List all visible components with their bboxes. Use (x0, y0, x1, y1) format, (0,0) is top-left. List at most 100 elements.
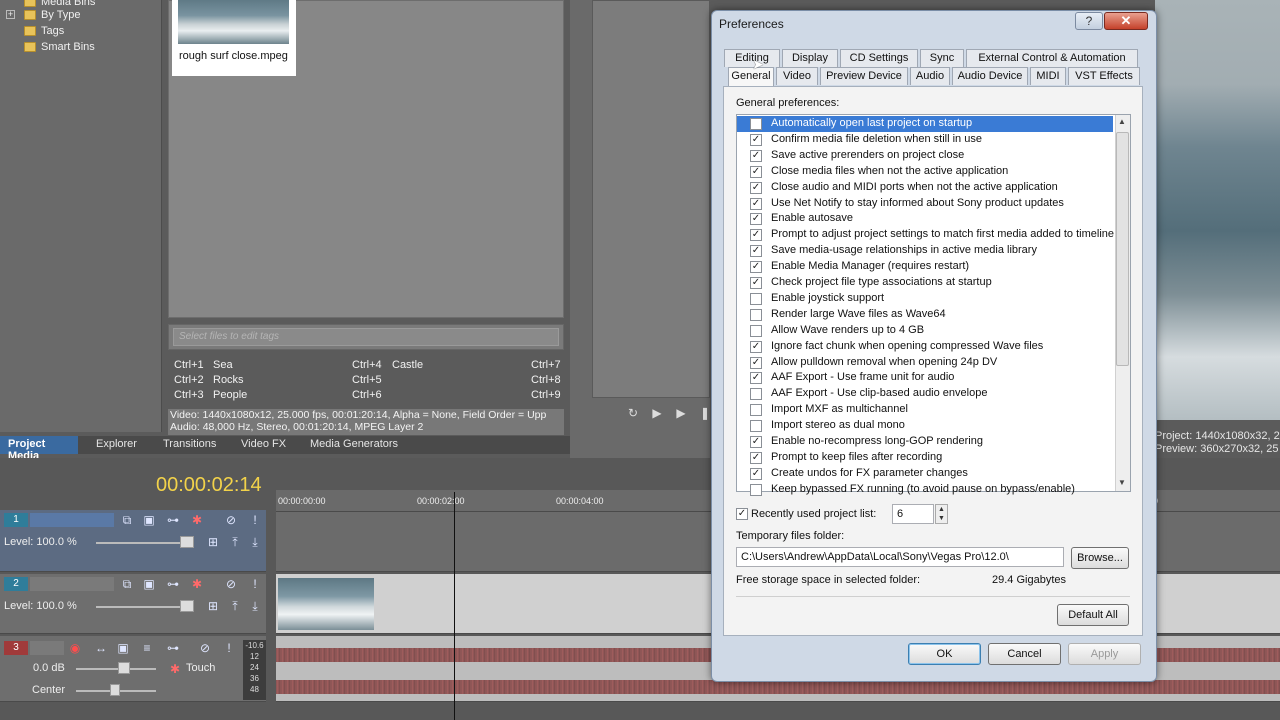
trimmer-view[interactable] (592, 0, 710, 398)
child-icon[interactable]: ⤓ (248, 535, 262, 549)
scroll-down-icon[interactable]: ▼ (1118, 478, 1126, 487)
solo-icon[interactable]: ! (248, 577, 262, 591)
preference-checkbox[interactable]: ✓ (750, 341, 762, 353)
tag-label[interactable]: Sea (213, 359, 233, 371)
preference-checkbox[interactable]: ✓ (750, 229, 762, 241)
tab-audio-device[interactable]: Audio Device (952, 67, 1028, 85)
input-bus-icon[interactable]: ↔ (94, 641, 108, 655)
motion-icon[interactable]: ⧉ (120, 513, 134, 527)
composite-mode-icon[interactable]: ⊞ (206, 535, 220, 549)
preference-checkbox[interactable]: ✓ (750, 245, 762, 257)
temp-folder-path[interactable]: C:\Users\Andrew\AppData\Local\Sony\Vegas… (736, 547, 1064, 567)
automation-settings-icon[interactable]: ✱ (168, 662, 182, 676)
preference-checkbox[interactable]: ✓ (750, 452, 762, 464)
preference-checkbox[interactable] (750, 293, 762, 305)
track-name-field[interactable] (30, 577, 114, 591)
level-slider-knob[interactable] (180, 600, 194, 612)
parent-icon[interactable]: ⤒ (228, 599, 242, 613)
mute-icon[interactable]: ⊘ (224, 577, 238, 591)
tab-video-fx[interactable]: Video FX (233, 436, 294, 454)
cancel-button[interactable]: Cancel (988, 643, 1061, 665)
preference-checkbox[interactable] (750, 484, 762, 496)
playhead-cursor[interactable] (454, 492, 455, 720)
tag-label[interactable]: Rocks (213, 374, 244, 386)
compositing-icon[interactable]: ⊶ (166, 513, 180, 527)
preference-checkbox[interactable] (750, 325, 762, 337)
tab-transitions[interactable]: Transitions (155, 436, 224, 454)
preference-checkbox[interactable]: ✓ (750, 182, 762, 194)
browse-button[interactable]: Browse... (1071, 547, 1129, 569)
tab-general[interactable]: General (728, 67, 774, 87)
spinner-arrows-icon[interactable]: ▲ ▼ (935, 504, 948, 524)
play-icon[interactable]: ▶ (674, 406, 688, 420)
close-button[interactable]: ✕ (1104, 12, 1148, 30)
preference-checkbox[interactable]: ✓ (750, 468, 762, 480)
solo-icon[interactable]: ! (222, 641, 236, 655)
loop-icon[interactable]: ↻ (626, 406, 640, 420)
preference-checkbox[interactable] (750, 388, 762, 400)
tab-explorer[interactable]: Explorer (88, 436, 145, 454)
play-from-start-icon[interactable]: ▶ (650, 406, 664, 420)
solo-icon[interactable]: ! (248, 513, 262, 527)
preference-checkbox[interactable]: ✓ (750, 357, 762, 369)
scrollbar-thumb[interactable] (1116, 132, 1129, 366)
preference-checkbox[interactable] (750, 420, 762, 432)
preference-checkbox[interactable] (750, 118, 762, 130)
tab-cd-settings[interactable]: CD Settings (840, 49, 918, 67)
motion-icon[interactable]: ⧉ (120, 577, 134, 591)
preference-checkbox[interactable] (750, 404, 762, 416)
tree-item-tags[interactable]: Tags (24, 23, 64, 39)
tab-audio[interactable]: Audio (910, 67, 950, 85)
scroll-up-icon[interactable]: ▲ (1118, 117, 1126, 126)
arm-record-icon[interactable]: ◉ (68, 641, 82, 655)
level-slider[interactable] (96, 542, 192, 544)
tag-edit-input[interactable]: Select files to edit tags (173, 328, 559, 346)
mute-icon[interactable]: ⊘ (198, 641, 212, 655)
pan-crop-icon[interactable]: ▣ (142, 513, 156, 527)
level-slider[interactable] (96, 606, 192, 608)
pan-slider-knob[interactable] (110, 684, 120, 696)
tab-project-media[interactable]: Project Media (0, 436, 78, 462)
child-icon[interactable]: ⤓ (248, 599, 262, 613)
preference-checkbox[interactable] (750, 309, 762, 321)
tree-item-smart-bins[interactable]: Smart Bins (24, 39, 95, 55)
tag-label[interactable]: Castle (392, 359, 423, 371)
preference-checkbox[interactable]: ✓ (750, 134, 762, 146)
apply-button[interactable]: Apply (1068, 643, 1141, 665)
preference-checkbox[interactable]: ✓ (750, 261, 762, 273)
preference-checkbox[interactable]: ✓ (750, 372, 762, 384)
parent-icon[interactable]: ⤒ (228, 535, 242, 549)
video-event-clip[interactable] (278, 578, 374, 630)
preference-checkbox[interactable]: ✓ (750, 213, 762, 225)
mute-icon[interactable]: ⊘ (224, 513, 238, 527)
recent-projects-checkbox[interactable]: ✓ (736, 508, 748, 520)
tab-media-generators[interactable]: Media Generators (302, 436, 406, 454)
tab-video[interactable]: Video (776, 67, 818, 85)
track-name-field[interactable] (30, 513, 114, 527)
tab-external-control[interactable]: External Control & Automation (966, 49, 1138, 67)
preference-checkbox[interactable]: ✓ (750, 150, 762, 162)
expand-icon[interactable]: + (6, 10, 15, 19)
help-button[interactable]: ? (1075, 12, 1103, 30)
tab-display[interactable]: Display (782, 49, 838, 67)
pause-icon[interactable]: ❚ (698, 406, 712, 420)
preference-checkbox[interactable]: ✓ (750, 277, 762, 289)
preference-checkbox[interactable]: ✓ (750, 198, 762, 210)
preference-checkbox[interactable]: ✓ (750, 436, 762, 448)
track-fx-icon[interactable]: ✱ (190, 577, 204, 591)
level-slider-knob[interactable] (180, 536, 194, 548)
ok-button[interactable]: OK (908, 643, 981, 665)
tab-midi[interactable]: MIDI (1030, 67, 1066, 85)
recent-projects-count[interactable]: 6 (892, 504, 934, 524)
compositing-icon[interactable]: ⊶ (166, 577, 180, 591)
tag-label[interactable]: People (213, 389, 247, 401)
automation-mode[interactable]: Touch (186, 662, 215, 674)
tree-item-by-type[interactable]: By Type (24, 7, 81, 23)
pan-crop-icon[interactable]: ▣ (142, 577, 156, 591)
invert-phase-icon[interactable]: ▣ (116, 641, 130, 655)
tab-preview-device[interactable]: Preview Device (820, 67, 908, 85)
tab-sync[interactable]: Sync (920, 49, 964, 67)
automation-icon[interactable]: ⊶ (166, 641, 180, 655)
tab-vst-effects[interactable]: VST Effects (1068, 67, 1140, 85)
track-name-field[interactable] (30, 641, 64, 655)
